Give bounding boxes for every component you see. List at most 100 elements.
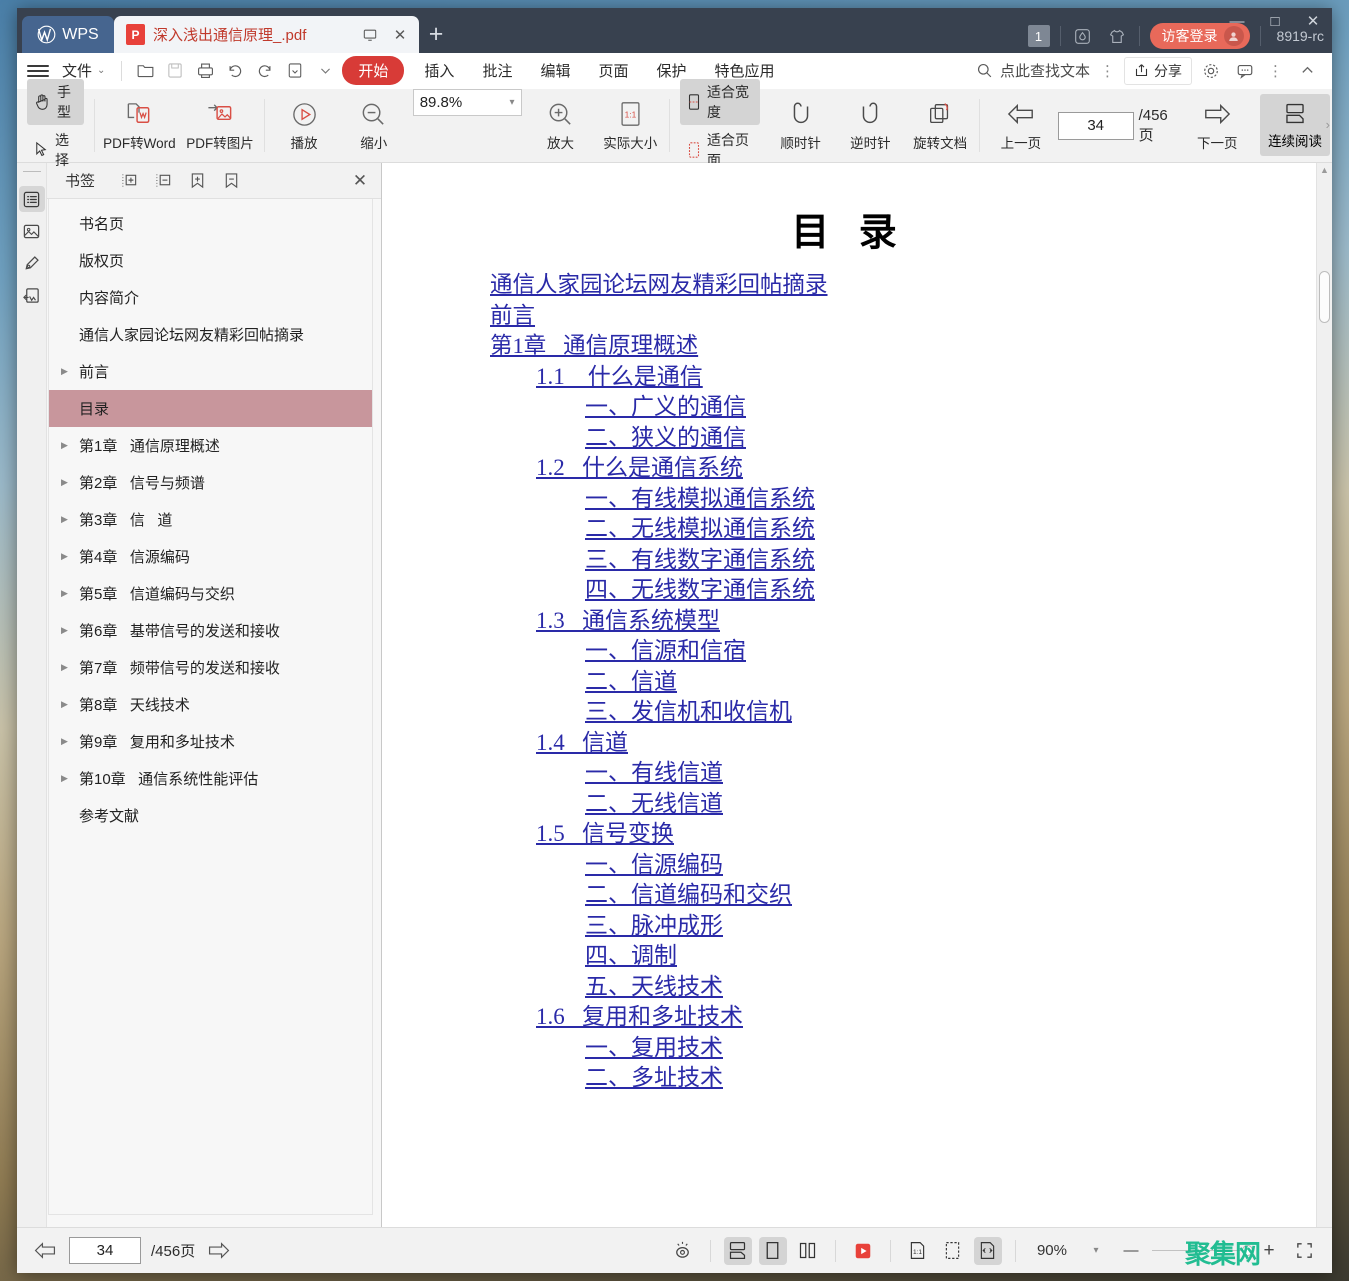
toc-link[interactable]: 五、天线技术 <box>585 972 723 1003</box>
guest-login-button[interactable]: 访客登录 <box>1150 23 1250 49</box>
tab-count-badge[interactable]: 1 <box>1028 25 1050 47</box>
scroll-up-icon[interactable]: ▲ <box>1317 165 1332 175</box>
quick-more-caret-icon[interactable] <box>310 57 340 85</box>
continuous-view-icon[interactable] <box>724 1237 752 1265</box>
chevron-right-icon[interactable]: ▶ <box>61 440 73 451</box>
chevron-right-icon[interactable]: ▶ <box>61 699 73 710</box>
chevron-right-icon[interactable]: ▶ <box>61 736 73 747</box>
hand-tool-button[interactable]: 手型 <box>27 79 84 125</box>
bookmark-item[interactable]: ▶第5章 信道编码与交织 <box>49 575 372 612</box>
zoom-preset-caret-icon[interactable]: ▾ <box>1082 1237 1110 1265</box>
fit-width-icon[interactable] <box>974 1237 1002 1265</box>
zoom-in-button[interactable]: + <box>1255 1237 1283 1265</box>
share-button[interactable]: 分享 <box>1124 57 1192 85</box>
chevron-down-icon[interactable]: ▾ <box>510 97 515 108</box>
wps-home-button[interactable]: WPS <box>22 16 114 53</box>
hamburger-icon[interactable] <box>27 65 49 77</box>
undo-icon[interactable] <box>220 57 250 85</box>
zoom-out-button[interactable]: — <box>1117 1237 1145 1265</box>
fit-width-button[interactable]: 适合宽度 <box>680 79 760 125</box>
bookmark-list[interactable]: 书名页版权页内容简介通信人家园论坛网友精彩回帖摘录▶前言目录▶第1章 通信原理概… <box>48 199 373 1215</box>
bookmark-item[interactable]: 目录 <box>49 390 372 427</box>
toc-link[interactable]: 一、有线信道 <box>585 758 723 789</box>
bookmark-item[interactable]: ▶第6章 基带信号的发送和接收 <box>49 612 372 649</box>
export-pdf-icon[interactable] <box>280 57 310 85</box>
toc-link[interactable]: 1.4 信道 <box>536 728 628 759</box>
bookmark-item[interactable]: 参考文献 <box>49 797 372 834</box>
bookmark-item[interactable]: 内容简介 <box>49 279 372 316</box>
facing-page-icon[interactable] <box>794 1237 822 1265</box>
zoom-out-button[interactable]: 缩小 <box>339 89 409 162</box>
actual-size-button[interactable]: 1:1 实际大小 <box>595 89 665 162</box>
eye-protect-icon[interactable] <box>669 1237 697 1265</box>
chevron-right-icon[interactable]: ▶ <box>61 773 73 784</box>
single-page-icon[interactable] <box>759 1237 787 1265</box>
toc-link[interactable]: 一、广义的通信 <box>585 392 746 423</box>
play-button[interactable]: 播放 <box>269 89 339 162</box>
tab-start[interactable]: 开始 <box>342 56 404 85</box>
open-icon[interactable] <box>130 57 160 85</box>
toc-link[interactable]: 四、无线数字通信系统 <box>585 575 815 606</box>
skin-shirt-icon[interactable] <box>1105 24 1129 48</box>
toc-link[interactable]: 1.1 什么是通信 <box>536 362 703 393</box>
play-icon[interactable] <box>849 1237 877 1265</box>
toc-link[interactable]: 一、复用技术 <box>585 1033 723 1064</box>
toc-link[interactable]: 一、有线模拟通信系统 <box>585 484 815 515</box>
toc-link[interactable]: 三、脉冲成形 <box>585 911 723 942</box>
toc-link[interactable]: 二、无线模拟通信系统 <box>585 514 815 545</box>
tab-insert[interactable]: 插入 <box>410 55 468 86</box>
toc-link[interactable]: 三、有线数字通信系统 <box>585 545 815 576</box>
theme-drop-icon[interactable] <box>1071 24 1095 48</box>
new-tab-button[interactable]: + <box>419 16 453 53</box>
search-options-kebab-icon[interactable]: ⋮ <box>1096 62 1120 80</box>
rail-outline-button[interactable] <box>19 186 45 212</box>
bookmark-item[interactable]: ▶第3章 信 道 <box>49 501 372 538</box>
next-page-button[interactable]: 下一页 <box>1180 95 1254 156</box>
toc-link[interactable]: 二、狭义的通信 <box>585 423 746 454</box>
ribbon-overflow-icon[interactable]: › <box>1326 117 1330 132</box>
toc-link[interactable]: 1.3 通信系统模型 <box>536 606 720 637</box>
chevron-right-icon[interactable]: ▶ <box>61 625 73 636</box>
gear-icon[interactable] <box>1196 57 1226 85</box>
toc-link[interactable]: 1.5 信号变换 <box>536 819 674 850</box>
toc-link[interactable]: 一、信源和信宿 <box>585 636 746 667</box>
search-input[interactable]: 点此查找文本 <box>976 60 1092 81</box>
bookmark-item[interactable]: ▶第2章 信号与频谱 <box>49 464 372 501</box>
zoom-in-button[interactable]: 放大 <box>526 89 596 162</box>
tab-close-icon[interactable]: ✕ <box>389 24 411 46</box>
save-icon[interactable] <box>160 57 190 85</box>
collapse-all-icon[interactable] <box>153 171 173 191</box>
document-viewer[interactable]: 目 录 通信人家园论坛网友精彩回帖摘录前言第1章 通信原理概述1.1 什么是通信… <box>382 163 1332 1227</box>
chevron-up-icon[interactable] <box>1292 57 1322 85</box>
page-number-input[interactable]: 34 <box>1058 112 1134 140</box>
toc-link[interactable]: 四、调制 <box>585 941 677 972</box>
file-menu-button[interactable]: 文件 ⌄ <box>54 60 113 81</box>
tab-comment[interactable]: 批注 <box>468 55 526 86</box>
continuous-read-button[interactable]: 连续阅读 <box>1260 94 1330 156</box>
fit-page-icon[interactable] <box>939 1237 967 1265</box>
remove-bookmark-icon[interactable] <box>221 171 241 191</box>
bookmark-item[interactable]: ▶第9章 复用和多址技术 <box>49 723 372 760</box>
zoom-level-input[interactable]: 89.8% ▾ <box>413 89 522 116</box>
toc-link[interactable]: 三、发信机和收信机 <box>585 697 792 728</box>
redo-icon[interactable] <box>250 57 280 85</box>
rail-attachment-button[interactable] <box>19 282 45 308</box>
print-icon[interactable] <box>190 57 220 85</box>
viewer-scrollbar[interactable]: ▲ <box>1316 163 1332 1227</box>
bookmark-item[interactable]: ▶前言 <box>49 353 372 390</box>
prev-page-button[interactable]: 上一页 <box>984 95 1058 156</box>
actual-size-icon[interactable]: 1:1 <box>904 1237 932 1265</box>
toc-link[interactable]: 1.6 复用和多址技术 <box>536 1002 743 1033</box>
rail-annotation-button[interactable] <box>19 250 45 276</box>
status-next-page-button[interactable] <box>205 1237 233 1265</box>
toc-link[interactable]: 二、无线信道 <box>585 789 723 820</box>
pdf-to-word-button[interactable]: PDF转Word <box>99 89 180 162</box>
chevron-right-icon[interactable]: ▶ <box>61 551 73 562</box>
select-tool-button[interactable]: 选择 <box>27 127 84 173</box>
fullscreen-icon[interactable] <box>1290 1237 1318 1265</box>
expand-all-icon[interactable] <box>119 171 139 191</box>
bookmark-item[interactable]: ▶第10章 通信系统性能评估 <box>49 760 372 797</box>
scrollbar-thumb[interactable] <box>1319 271 1330 323</box>
comment-icon[interactable] <box>1230 57 1260 85</box>
rotate-cw-button[interactable]: 顺时针 <box>766 89 836 162</box>
